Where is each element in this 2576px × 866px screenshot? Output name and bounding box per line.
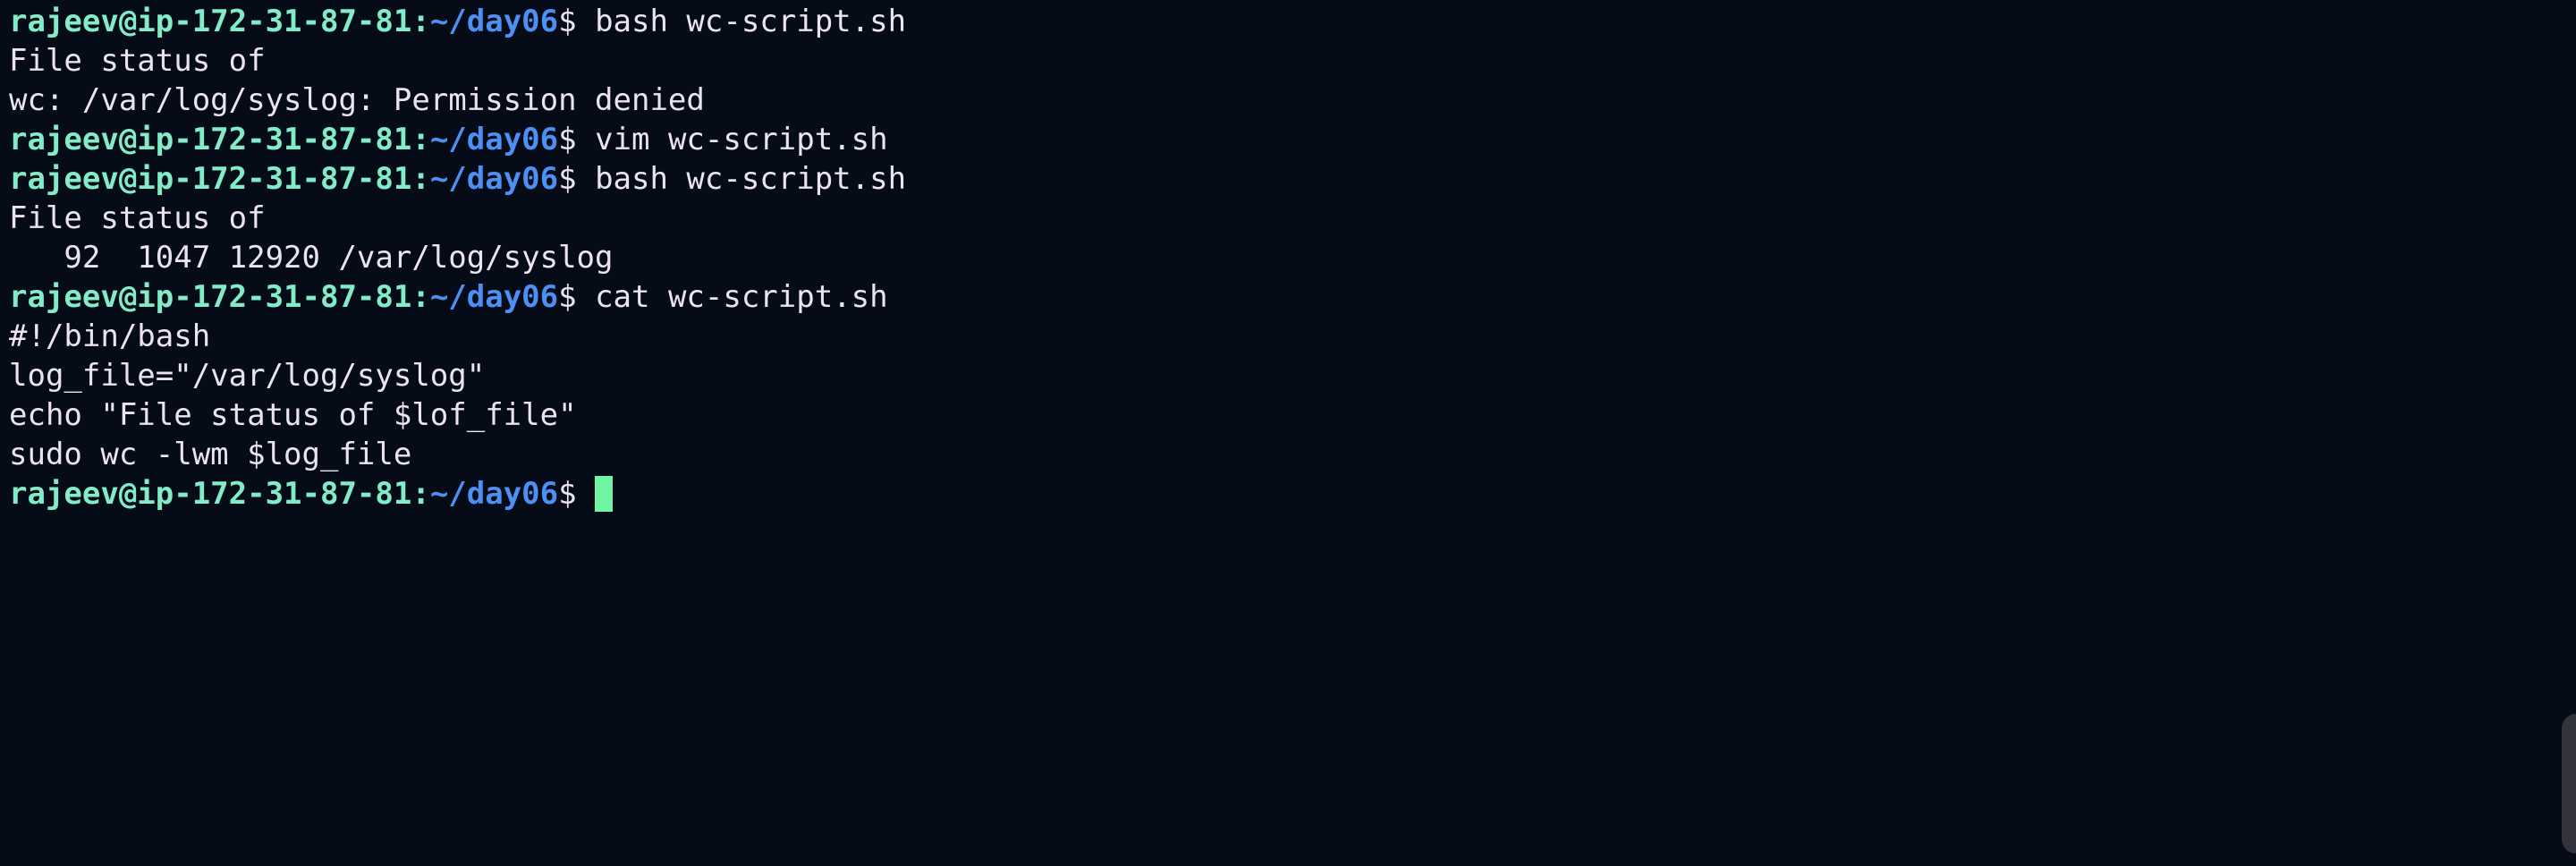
command-text: bash wc-script.sh: [595, 161, 907, 197]
prompt-line: rajeev@ip-172-31-87-81:~/day06$ vim wc-s…: [9, 120, 906, 159]
prompt-path: ~/day06: [429, 4, 559, 39]
prompt-user-host: rajeev@ip-172-31-87-81: [9, 4, 412, 39]
prompt-separator: :: [411, 161, 430, 197]
output-text: File status of: [9, 200, 266, 236]
prompt-symbol: $: [558, 279, 596, 315]
output-line: File status of: [9, 199, 906, 238]
prompt-user-host: rajeev@ip-172-31-87-81: [9, 476, 412, 512]
prompt-user-host: rajeev@ip-172-31-87-81: [9, 279, 412, 315]
prompt-symbol: $: [558, 122, 596, 157]
prompt-separator: :: [411, 4, 430, 39]
prompt-line: rajeev@ip-172-31-87-81:~/day06$ bash wc-…: [9, 2, 906, 41]
output-line: File status of: [9, 41, 906, 81]
scrollbar-thumb[interactable]: [2562, 714, 2576, 853]
output-line: echo "File status of $lof_file": [9, 395, 906, 435]
prompt-path: ~/day06: [429, 279, 559, 315]
command-text: bash wc-script.sh: [595, 4, 907, 39]
prompt-path: ~/day06: [429, 161, 559, 197]
command-text: cat wc-script.sh: [595, 279, 888, 315]
output-text: sudo wc -lwm $log_file: [9, 437, 412, 472]
output-text: 92 1047 12920 /var/log/syslog: [9, 240, 614, 276]
output-line: log_file="/var/log/syslog": [9, 356, 906, 395]
output-line: sudo wc -lwm $log_file: [9, 435, 906, 474]
prompt-user-host: rajeev@ip-172-31-87-81: [9, 161, 412, 197]
prompt-symbol: $: [558, 476, 596, 512]
output-text: log_file="/var/log/syslog": [9, 358, 486, 394]
output-text: #!/bin/bash: [9, 318, 211, 354]
output-text: File status of: [9, 43, 266, 79]
prompt-user-host: rajeev@ip-172-31-87-81: [9, 122, 412, 157]
prompt-separator: :: [411, 122, 430, 157]
output-text: echo "File status of $lof_file": [9, 397, 577, 433]
prompt-line: rajeev@ip-172-31-87-81:~/day06$ bash wc-…: [9, 159, 906, 199]
cursor: [595, 476, 614, 512]
output-line: #!/bin/bash: [9, 317, 906, 356]
prompt-path: ~/day06: [429, 122, 559, 157]
prompt-path: ~/day06: [429, 476, 559, 512]
prompt-symbol: $: [558, 161, 596, 197]
terminal-output[interactable]: rajeev@ip-172-31-87-81:~/day06$ bash wc-…: [9, 2, 906, 514]
prompt-line: rajeev@ip-172-31-87-81:~/day06$: [9, 474, 906, 514]
prompt-separator: :: [411, 476, 430, 512]
output-line: wc: /var/log/syslog: Permission denied: [9, 81, 906, 120]
prompt-symbol: $: [558, 4, 596, 39]
output-text: wc: /var/log/syslog: Permission denied: [9, 82, 705, 118]
command-text: vim wc-script.sh: [595, 122, 888, 157]
output-line: 92 1047 12920 /var/log/syslog: [9, 238, 906, 277]
prompt-separator: :: [411, 279, 430, 315]
prompt-line: rajeev@ip-172-31-87-81:~/day06$ cat wc-s…: [9, 277, 906, 317]
